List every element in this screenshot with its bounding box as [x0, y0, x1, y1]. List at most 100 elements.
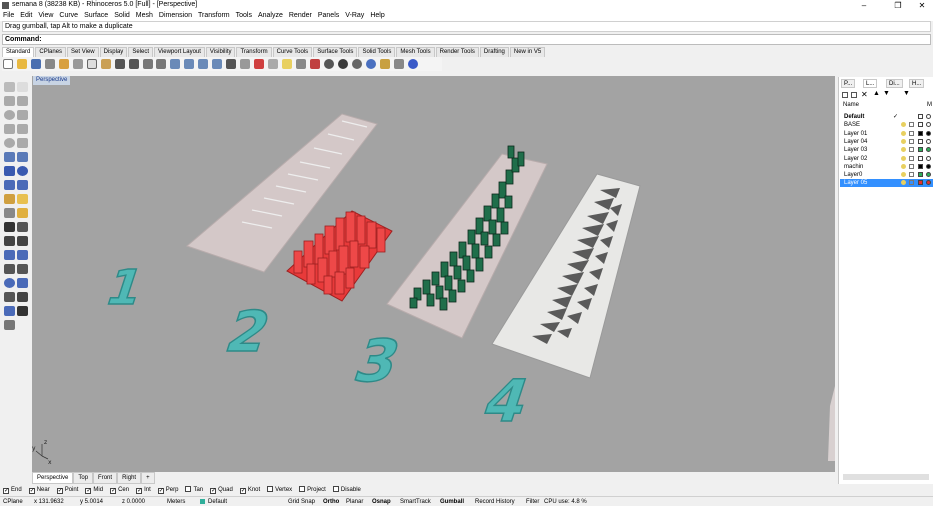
- visibility-bulb-icon[interactable]: [901, 138, 906, 144]
- circle-icon[interactable]: [4, 110, 15, 120]
- viewport-title[interactable]: Perspective: [33, 76, 71, 85]
- tab-cplanes[interactable]: CPlanes: [35, 47, 67, 57]
- new-layer-icon[interactable]: [842, 92, 848, 98]
- import-icon[interactable]: [58, 59, 69, 69]
- polygon-icon[interactable]: [17, 124, 28, 134]
- zoom-window-icon[interactable]: [184, 59, 195, 69]
- light-icon[interactable]: [282, 59, 293, 69]
- visibility-bulb-icon[interactable]: [901, 122, 906, 128]
- menu-file[interactable]: File: [0, 11, 17, 21]
- material-icon[interactable]: [926, 122, 931, 128]
- tab-viewport-layout[interactable]: Viewport Layout: [154, 47, 205, 57]
- layer-color-swatch[interactable]: [918, 147, 923, 153]
- tab-solid-tools[interactable]: Solid Tools: [358, 47, 396, 57]
- boolean-icon[interactable]: [17, 180, 28, 190]
- lock-icon[interactable]: [296, 59, 307, 69]
- surface-edge-icon[interactable]: [17, 152, 28, 162]
- extrude-icon[interactable]: [4, 180, 15, 190]
- osnap-cen[interactable]: ✓ Cen: [107, 485, 129, 495]
- osnap-checkbox[interactable]: [185, 486, 192, 492]
- select-icon[interactable]: [240, 59, 251, 69]
- lock-icon[interactable]: [909, 172, 914, 178]
- osnap-quad[interactable]: ✓ Quad: [207, 485, 233, 495]
- tab-display[interactable]: Di...: [886, 79, 903, 88]
- osnap-tan[interactable]: Tan: [182, 485, 203, 495]
- layer-row[interactable]: machin: [840, 163, 933, 171]
- tab-top[interactable]: Top: [73, 472, 94, 484]
- save-icon[interactable]: [30, 59, 41, 69]
- perspective-viewport[interactable]: 1 2 3 4 z y x Perspective: [32, 76, 835, 472]
- menu-view[interactable]: View: [35, 11, 56, 21]
- tab-standard[interactable]: Standard: [2, 47, 35, 57]
- polyline-icon[interactable]: [4, 96, 15, 106]
- layer-row[interactable]: Layer 03: [840, 146, 933, 154]
- tab-new-in-v5[interactable]: New in V5: [509, 47, 546, 57]
- copy-icon[interactable]: [86, 59, 97, 69]
- explode-icon[interactable]: [17, 250, 28, 260]
- layer-row[interactable]: Layer 01: [840, 130, 933, 138]
- light-tool-icon[interactable]: [17, 194, 28, 204]
- osnap-vertex[interactable]: Vertex: [264, 485, 292, 495]
- ellipse-icon[interactable]: [4, 138, 15, 148]
- osnap-mid[interactable]: ✓ Mid: [82, 485, 103, 495]
- osnap-end[interactable]: ✓ End: [0, 485, 22, 495]
- osnap-project[interactable]: Project: [296, 485, 326, 495]
- delete-layer-icon[interactable]: ✕: [861, 90, 868, 99]
- render-preview-icon[interactable]: [365, 59, 376, 69]
- osnap-checkbox[interactable]: ✓: [157, 488, 164, 494]
- layer-row[interactable]: BASE: [840, 121, 933, 129]
- material-icon[interactable]: [926, 155, 931, 161]
- material-icon[interactable]: [926, 138, 931, 144]
- tab-perspective[interactable]: Perspective: [32, 472, 74, 484]
- menu-solid[interactable]: Solid: [111, 11, 133, 21]
- osnap-near[interactable]: ✓ Near: [26, 485, 50, 495]
- visibility-bulb-icon[interactable]: [901, 163, 906, 169]
- tab-front[interactable]: Front: [93, 472, 118, 484]
- add-view-tab[interactable]: +: [141, 472, 155, 484]
- pan-icon[interactable]: [142, 59, 153, 69]
- osnap-point[interactable]: ✓ Point: [54, 485, 78, 495]
- tab-help[interactable]: H...: [909, 79, 925, 88]
- layer-color-swatch[interactable]: [918, 138, 923, 144]
- osnap-perp[interactable]: ✓ Perp: [155, 485, 178, 495]
- text-icon[interactable]: [17, 208, 28, 218]
- menu-surface[interactable]: Surface: [81, 11, 111, 21]
- zoom-selected-icon[interactable]: [212, 59, 223, 69]
- tools-icon[interactable]: [393, 59, 404, 69]
- zoom-icon[interactable]: [170, 59, 181, 69]
- arc-icon[interactable]: [17, 110, 28, 120]
- check-icon[interactable]: [17, 306, 28, 316]
- osnap-checkbox[interactable]: [332, 486, 339, 492]
- menu-dimension[interactable]: Dimension: [156, 11, 195, 21]
- panel-scrollbar[interactable]: [843, 474, 929, 480]
- close-button[interactable]: ✕: [911, 0, 933, 11]
- tab-layers[interactable]: L...: [863, 79, 878, 88]
- lock-icon[interactable]: [909, 180, 914, 186]
- tab-select[interactable]: Select: [128, 47, 153, 57]
- osnap-checkbox[interactable]: [299, 486, 306, 492]
- rotate-view-icon[interactable]: [156, 59, 167, 69]
- curve-icon[interactable]: [17, 96, 28, 106]
- layer-color-swatch[interactable]: [918, 180, 923, 186]
- grid-icon[interactable]: [226, 59, 237, 69]
- menu-help[interactable]: Help: [367, 11, 387, 21]
- material-icon[interactable]: [926, 147, 931, 153]
- material-icon[interactable]: [337, 59, 348, 69]
- lock-icon[interactable]: [909, 138, 914, 144]
- box-icon[interactable]: [4, 166, 15, 176]
- layer-icon[interactable]: [309, 59, 320, 69]
- layer-color-swatch[interactable]: [918, 122, 923, 128]
- move-down-icon[interactable]: ▼: [883, 90, 890, 97]
- menu-mesh[interactable]: Mesh: [133, 11, 156, 21]
- split-icon[interactable]: [17, 236, 28, 246]
- osnap-checkbox[interactable]: ✓: [136, 488, 142, 494]
- lock-icon[interactable]: [909, 122, 914, 128]
- cut-icon[interactable]: [72, 59, 83, 69]
- material-icon[interactable]: [926, 172, 931, 178]
- move-up-icon[interactable]: ▲: [873, 90, 880, 97]
- menu-curve[interactable]: Curve: [56, 11, 81, 21]
- layer-color-swatch[interactable]: [918, 163, 923, 169]
- layer-color-swatch[interactable]: [918, 130, 923, 136]
- material-icon[interactable]: [926, 180, 931, 186]
- tab-render-tools[interactable]: Render Tools: [435, 47, 479, 57]
